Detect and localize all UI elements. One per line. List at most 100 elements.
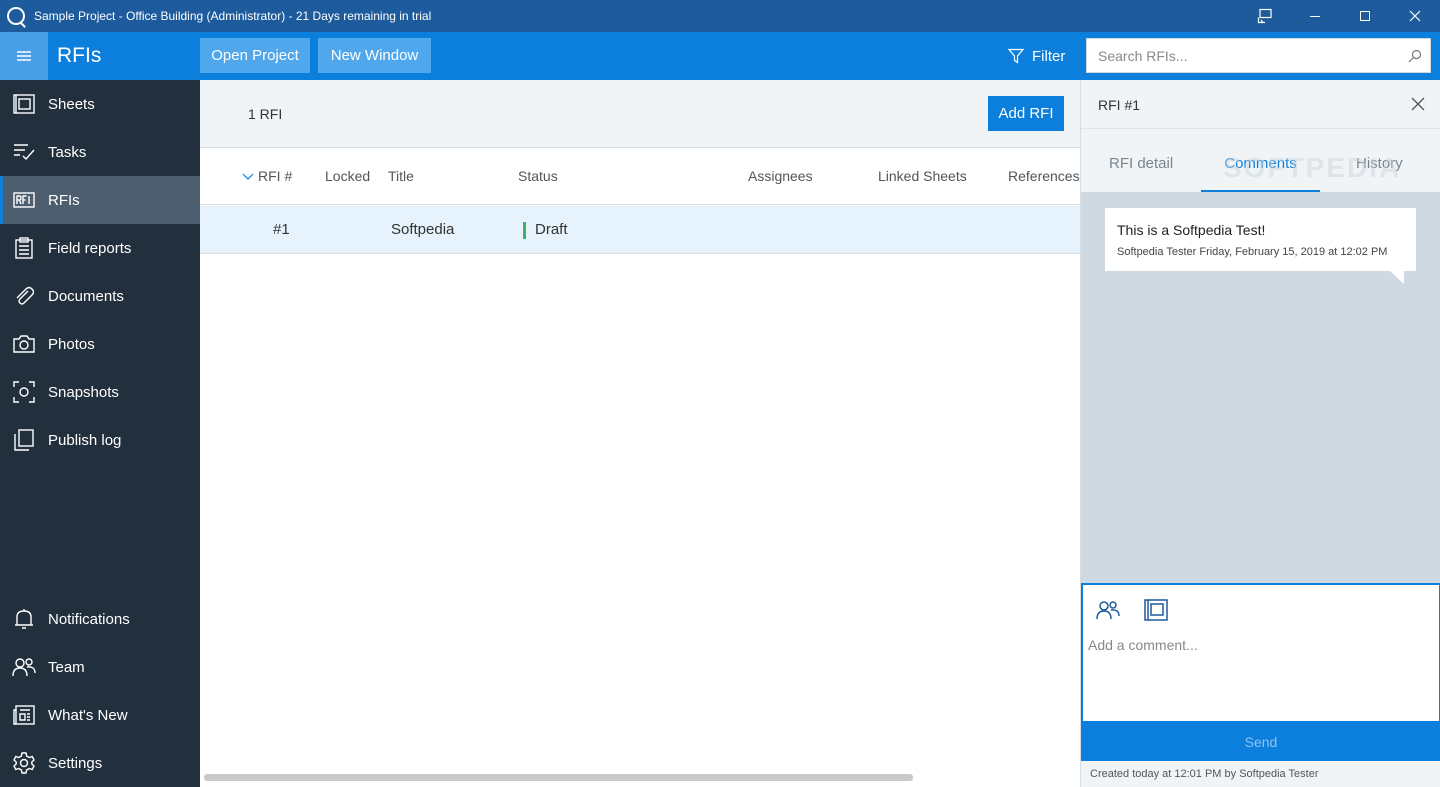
window-controls [1240, 0, 1440, 32]
minimize-button[interactable] [1290, 0, 1340, 32]
sidebar-item-label: Team [48, 658, 85, 676]
snapshot-icon [0, 368, 48, 416]
sidebar-item-label: Notifications [48, 610, 130, 628]
sidebar-item-label: Snapshots [48, 383, 119, 401]
mention-team-button[interactable] [1093, 595, 1123, 625]
sidebar: Sheets Tasks RFIs Field reports Document… [0, 80, 200, 787]
status-badge: Draft [535, 221, 568, 238]
sidebar-item-snapshots[interactable]: Snapshots [0, 368, 200, 416]
sidebar-item-publish-log[interactable]: Publish log [0, 416, 200, 464]
status-indicator [523, 222, 526, 239]
search-icon[interactable] [1400, 49, 1430, 63]
rfi-title: Softpedia [391, 221, 455, 238]
publish-log-icon [0, 416, 48, 464]
sidebar-item-label: Settings [48, 754, 103, 772]
close-icon [1411, 97, 1425, 111]
sidebar-item-sheets[interactable]: Sheets [0, 80, 200, 128]
comment-bubble: This is a Softpedia Test! Softpedia Test… [1105, 208, 1416, 284]
column-header-status[interactable]: Status [518, 148, 558, 205]
column-header-rfi-number[interactable]: RFI # [242, 148, 292, 205]
column-header-references[interactable]: References [1008, 148, 1080, 205]
filter-icon [1008, 48, 1024, 64]
rfi-icon [0, 176, 48, 224]
sidebar-item-documents[interactable]: Documents [0, 272, 200, 320]
news-icon [0, 691, 48, 739]
sidebar-item-settings[interactable]: Settings [0, 739, 200, 787]
rfi-number: #1 [273, 221, 290, 238]
created-info: Created today at 12:01 PM by Softpedia T… [1081, 761, 1440, 787]
panel-header: RFI #1 [1081, 80, 1440, 129]
list-toolbar: 1 RFI Add RFI [200, 80, 1080, 148]
panel-tabs: RFI detail Comments History [1081, 129, 1440, 192]
comment-text: This is a Softpedia Test! [1117, 222, 1266, 238]
sidebar-item-notifications[interactable]: Notifications [0, 595, 200, 643]
sidebar-item-label: Field reports [48, 239, 132, 257]
paperclip-icon [0, 272, 48, 320]
close-panel-button[interactable] [1411, 97, 1427, 113]
menu-button[interactable] [0, 32, 48, 80]
column-header-locked[interactable]: Locked [325, 148, 370, 205]
column-header-linked-sheets[interactable]: Linked Sheets [878, 148, 967, 205]
title-bar: Sample Project - Office Building (Admini… [0, 0, 1440, 32]
table-row[interactable]: #1 Softpedia Draft [200, 206, 1080, 254]
tab-comments[interactable]: Comments [1201, 129, 1320, 192]
sidebar-item-label: RFIs [48, 191, 80, 209]
sidebar-item-whats-new[interactable]: What's New [0, 691, 200, 739]
app-logo-icon [7, 7, 25, 25]
sidebar-item-label: What's New [48, 706, 128, 724]
rfi-list-area: 1 RFI Add RFI RFI # Locked Title Status … [200, 80, 1080, 787]
panel-title: RFI #1 [1098, 97, 1141, 113]
gear-icon [0, 739, 48, 787]
comment-meta: Softpedia Tester Friday, February 15, 20… [1117, 246, 1388, 258]
cast-icon [1257, 8, 1272, 24]
page-title: RFIs [57, 44, 102, 67]
comment-composer [1081, 583, 1440, 723]
maximize-button[interactable] [1340, 0, 1390, 32]
tab-history[interactable]: History [1356, 129, 1403, 192]
sidebar-item-tasks[interactable]: Tasks [0, 128, 200, 176]
maximize-icon [1360, 11, 1370, 21]
cast-button[interactable] [1240, 0, 1290, 32]
sidebar-item-team[interactable]: Team [0, 643, 200, 691]
sidebar-item-rfis[interactable]: RFIs [0, 176, 200, 224]
sort-chevron-down-icon [242, 173, 254, 181]
new-window-button[interactable]: New Window [318, 38, 431, 73]
sidebar-item-label: Documents [48, 287, 124, 305]
sidebar-item-label: Photos [48, 335, 95, 353]
column-header-title[interactable]: Title [388, 148, 414, 205]
attach-sheet-button[interactable] [1141, 595, 1171, 625]
table-header: RFI # Locked Title Status Assignees Link… [200, 148, 1080, 205]
column-header-assignees[interactable]: Assignees [748, 148, 813, 205]
sheets-icon [0, 80, 48, 128]
sidebar-item-label: Tasks [48, 143, 87, 161]
hamburger-icon [17, 51, 31, 61]
team-icon [0, 643, 48, 691]
add-rfi-button[interactable]: Add RFI [988, 96, 1064, 131]
rfi-count: 1 RFI [248, 106, 283, 122]
rfi-detail-panel: RFI #1 RFI detail Comments History SOFTP… [1080, 80, 1440, 787]
team-icon [1096, 601, 1120, 620]
sheets-icon [1144, 599, 1168, 621]
bell-icon [0, 595, 48, 643]
sidebar-item-photos[interactable]: Photos [0, 320, 200, 368]
close-window-icon [1409, 10, 1421, 22]
minimize-icon [1310, 16, 1320, 17]
search-input[interactable] [1087, 39, 1400, 72]
send-button[interactable]: Send [1081, 723, 1440, 761]
comment-input[interactable] [1088, 637, 1433, 717]
camera-icon [0, 320, 48, 368]
app-header: RFIs Open Project New Window Filter [0, 32, 1440, 80]
open-project-button[interactable]: Open Project [200, 38, 310, 73]
search-box [1086, 38, 1431, 73]
sidebar-item-field-reports[interactable]: Field reports [0, 224, 200, 272]
tasks-icon [0, 128, 48, 176]
sidebar-item-label: Sheets [48, 95, 95, 113]
clipboard-icon [0, 224, 48, 272]
window-title: Sample Project - Office Building (Admini… [34, 9, 432, 23]
sidebar-item-label: Publish log [48, 431, 122, 449]
horizontal-scrollbar[interactable] [204, 774, 913, 781]
tab-rfi-detail[interactable]: RFI detail [1109, 129, 1173, 192]
filter-label: Filter [1032, 47, 1066, 65]
filter-button[interactable]: Filter [1008, 32, 1065, 80]
close-window-button[interactable] [1390, 0, 1440, 32]
